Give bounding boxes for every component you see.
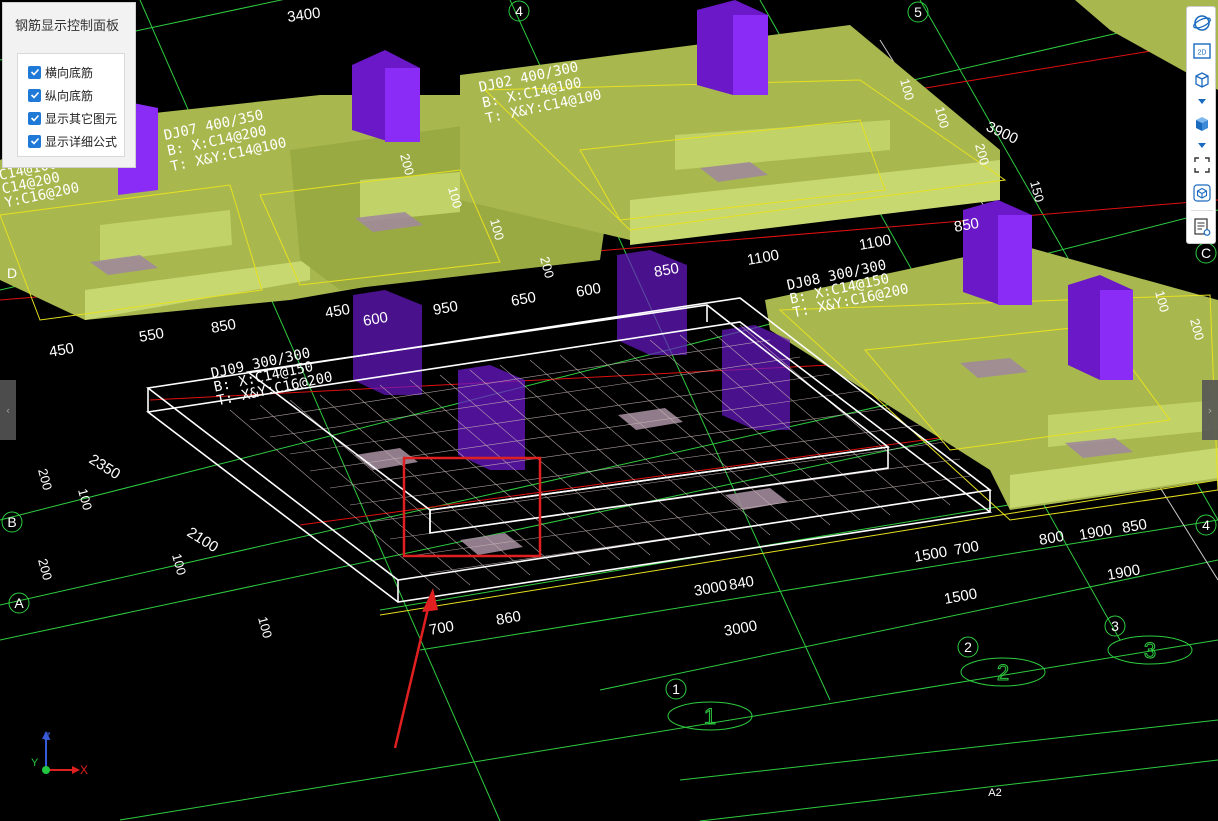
option-label: 显示详细公式	[45, 134, 118, 149]
grid-big-label: 1	[704, 704, 716, 729]
panel-options-box: 横向底筋 纵向底筋 显示其它图元 显示详细公式	[17, 53, 125, 157]
checkbox-checked[interactable]	[28, 88, 41, 102]
dim-text: 550	[138, 325, 166, 346]
axis-y-label: Y	[31, 757, 39, 769]
dim-text: 100	[255, 615, 275, 640]
check-icon	[30, 91, 39, 99]
cube-outline-icon	[1195, 72, 1209, 88]
axis-x-label: X	[80, 763, 88, 777]
dim-text: 1100	[746, 247, 781, 269]
chevron-down-icon[interactable]	[1198, 99, 1206, 104]
orbit-icon	[1193, 15, 1211, 31]
option-show-detailed-formula[interactable]: 显示详细公式	[28, 131, 117, 151]
option-label: 显示其它图元	[45, 111, 118, 126]
dim-text: 850	[210, 316, 238, 337]
panel-title: 钢筋显示控制面板	[15, 18, 120, 33]
grid-letter: C	[1201, 245, 1211, 261]
check-icon	[30, 68, 39, 76]
dim-text: 1900	[1106, 561, 1142, 584]
dim-text: 150	[1027, 179, 1047, 204]
solid-view-button[interactable]	[1190, 111, 1214, 135]
dim-text: 2100	[184, 524, 221, 556]
dim-text: 860	[495, 608, 523, 629]
dim-text: 100	[75, 487, 95, 512]
dim-text: 3000	[693, 577, 729, 600]
grid-big-label: 3	[1144, 638, 1156, 663]
right-panel-toggle[interactable]: ›	[1202, 380, 1218, 440]
option-show-other-elements[interactable]: 显示其它图元	[28, 108, 117, 128]
chevron-left-icon: ‹	[5, 403, 11, 417]
chevron-right-icon: ›	[1207, 403, 1213, 417]
option-vertical-bottom-rebar[interactable]: 纵向底筋	[28, 85, 93, 105]
dim-text: 1900	[1078, 521, 1114, 544]
2d-view-icon: 2D	[1193, 43, 1211, 59]
dim-text: 450	[48, 340, 76, 361]
grid-number: 1	[672, 681, 680, 697]
dim-text: 3400	[286, 4, 321, 25]
dim-text: 950	[432, 298, 460, 319]
orbit-button[interactable]	[1190, 11, 1214, 35]
rebar-display-control-panel: 钢筋显示控制面板 横向底筋 纵向底筋 显示其它图元 显示详细公式	[2, 2, 136, 168]
dim-text: 840	[728, 573, 756, 594]
left-panel-toggle[interactable]: ‹	[0, 380, 16, 440]
dim-text: 1500	[913, 543, 949, 566]
option-label: 横向底筋	[45, 65, 94, 80]
grid-letter: D	[7, 265, 17, 281]
dim-text: 2350	[86, 451, 123, 483]
3d-viewport[interactable]: 3400 3900 1100 1100 850 450 550 850 450 …	[0, 0, 1218, 821]
checkbox-checked[interactable]	[28, 65, 41, 79]
view-toolbar: 2D	[1186, 6, 1216, 244]
3d-box-button[interactable]	[1190, 181, 1214, 205]
grid-letter: A	[14, 595, 24, 611]
dim-text: 700	[428, 618, 456, 639]
dim-text: 650	[510, 289, 538, 310]
svg-text:2D: 2D	[1198, 50, 1207, 57]
check-icon	[30, 137, 39, 145]
2d-view-button[interactable]: 2D	[1190, 39, 1214, 63]
grid-letter: B	[7, 514, 16, 530]
dim-text: 700	[953, 538, 981, 559]
dim-text: 200	[35, 467, 55, 492]
grid-number: 4	[1202, 517, 1210, 533]
option-label: 纵向底筋	[45, 88, 94, 103]
toolbar-divider	[1191, 210, 1213, 211]
grid-number: 4	[515, 3, 523, 19]
axis-gizmo: Z Y X	[31, 731, 88, 777]
property-list-icon	[1194, 218, 1211, 236]
cube-solid-icon	[1196, 117, 1208, 131]
fit-view-button[interactable]	[1190, 153, 1214, 177]
option-horizontal-bottom-rebar[interactable]: 横向底筋	[28, 62, 93, 82]
checkbox-checked[interactable]	[28, 134, 41, 148]
chevron-down-icon[interactable]	[1198, 143, 1206, 148]
grid-big-label: 2	[997, 660, 1009, 685]
axis-z-label: Z	[44, 731, 51, 743]
grid-number: 5	[914, 4, 922, 20]
dim-text: 1500	[943, 585, 979, 608]
box-3d-icon	[1193, 184, 1211, 202]
grid-number: 3	[1111, 618, 1119, 634]
dim-text: 850	[1121, 516, 1149, 537]
grid-sub-label: A2	[988, 787, 1001, 799]
dim-text: 3000	[723, 617, 759, 640]
dim-text: 100	[169, 552, 189, 577]
dim-text: 1100	[858, 232, 893, 254]
dim-text: 600	[575, 280, 603, 301]
property-list-button[interactable]	[1190, 215, 1214, 239]
dim-text: 450	[324, 301, 352, 322]
grid-number: 2	[964, 639, 972, 655]
checkbox-checked[interactable]	[28, 111, 41, 125]
dim-text: 200	[35, 557, 55, 582]
fit-view-icon	[1194, 157, 1210, 173]
check-icon	[30, 114, 39, 122]
wireframe-view-button[interactable]	[1190, 67, 1214, 91]
